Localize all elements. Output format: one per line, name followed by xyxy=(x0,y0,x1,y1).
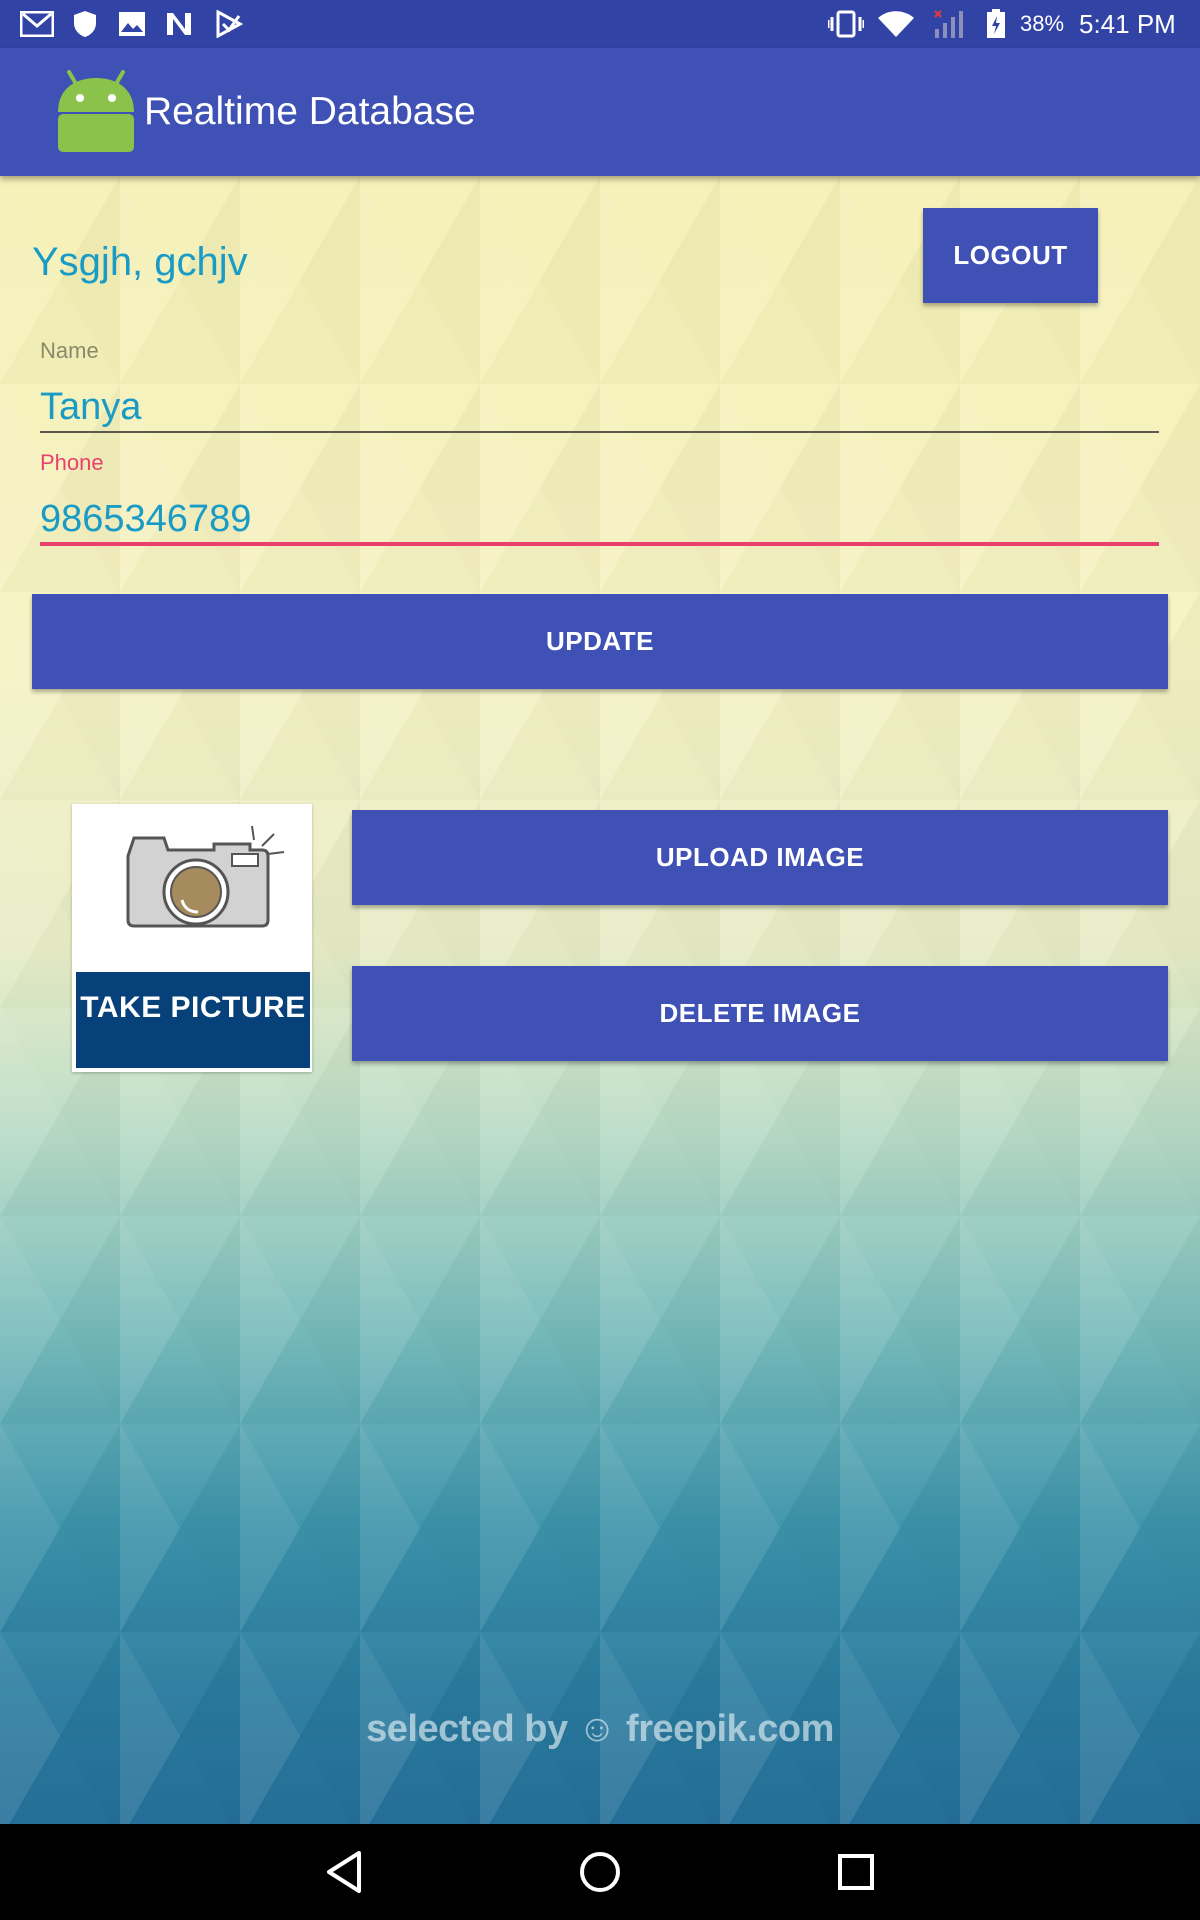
update-button[interactable]: UPDATE xyxy=(32,594,1168,689)
user-greeting: Ysgjh, gchjv xyxy=(32,240,248,284)
image-icon xyxy=(118,8,146,40)
navigation-bar xyxy=(0,1824,1200,1920)
name-input[interactable] xyxy=(40,380,1159,434)
upload-image-button[interactable]: UPLOAD IMAGE xyxy=(352,810,1168,905)
name-underline xyxy=(40,431,1159,433)
logout-button[interactable]: LOGOUT xyxy=(923,208,1098,303)
take-picture-image[interactable]: TAKE PICTURE xyxy=(72,804,312,1072)
shield-icon xyxy=(72,8,98,40)
gmail-icon xyxy=(20,8,54,40)
phone-label: Phone xyxy=(40,450,104,475)
camera-icon xyxy=(126,825,285,928)
app-bar: Realtime Database xyxy=(0,48,1200,176)
home-icon[interactable] xyxy=(570,1844,630,1900)
battery-icon xyxy=(986,8,1006,40)
wifi-icon xyxy=(876,8,916,40)
delete-image-button[interactable]: DELETE IMAGE xyxy=(352,966,1168,1061)
watermark-text: selected by ☺ freepik.com xyxy=(366,1708,834,1750)
phone-underline xyxy=(40,542,1159,546)
signal-icon xyxy=(932,8,966,40)
phone-input[interactable] xyxy=(40,492,1159,546)
status-bar: 38% 5:41 PM xyxy=(0,0,1200,48)
app-title: Realtime Database xyxy=(144,90,476,133)
play-store-icon xyxy=(214,8,244,40)
back-icon[interactable] xyxy=(314,1844,374,1900)
battery-percent: 38% xyxy=(1020,11,1065,36)
main-content: Ysgjh, gchjv LOGOUT Name Phone UPDATE TA… xyxy=(0,176,1200,1824)
recents-icon[interactable] xyxy=(826,1844,886,1900)
take-picture-banner: TAKE PICTURE xyxy=(76,972,310,1068)
vibrate-icon xyxy=(828,8,864,40)
clock: 5:41 PM xyxy=(1079,9,1176,39)
n-icon xyxy=(164,8,194,40)
take-picture-text: TAKE PICTURE xyxy=(80,991,306,1024)
name-label: Name xyxy=(40,338,99,363)
android-logo-icon xyxy=(56,70,136,154)
